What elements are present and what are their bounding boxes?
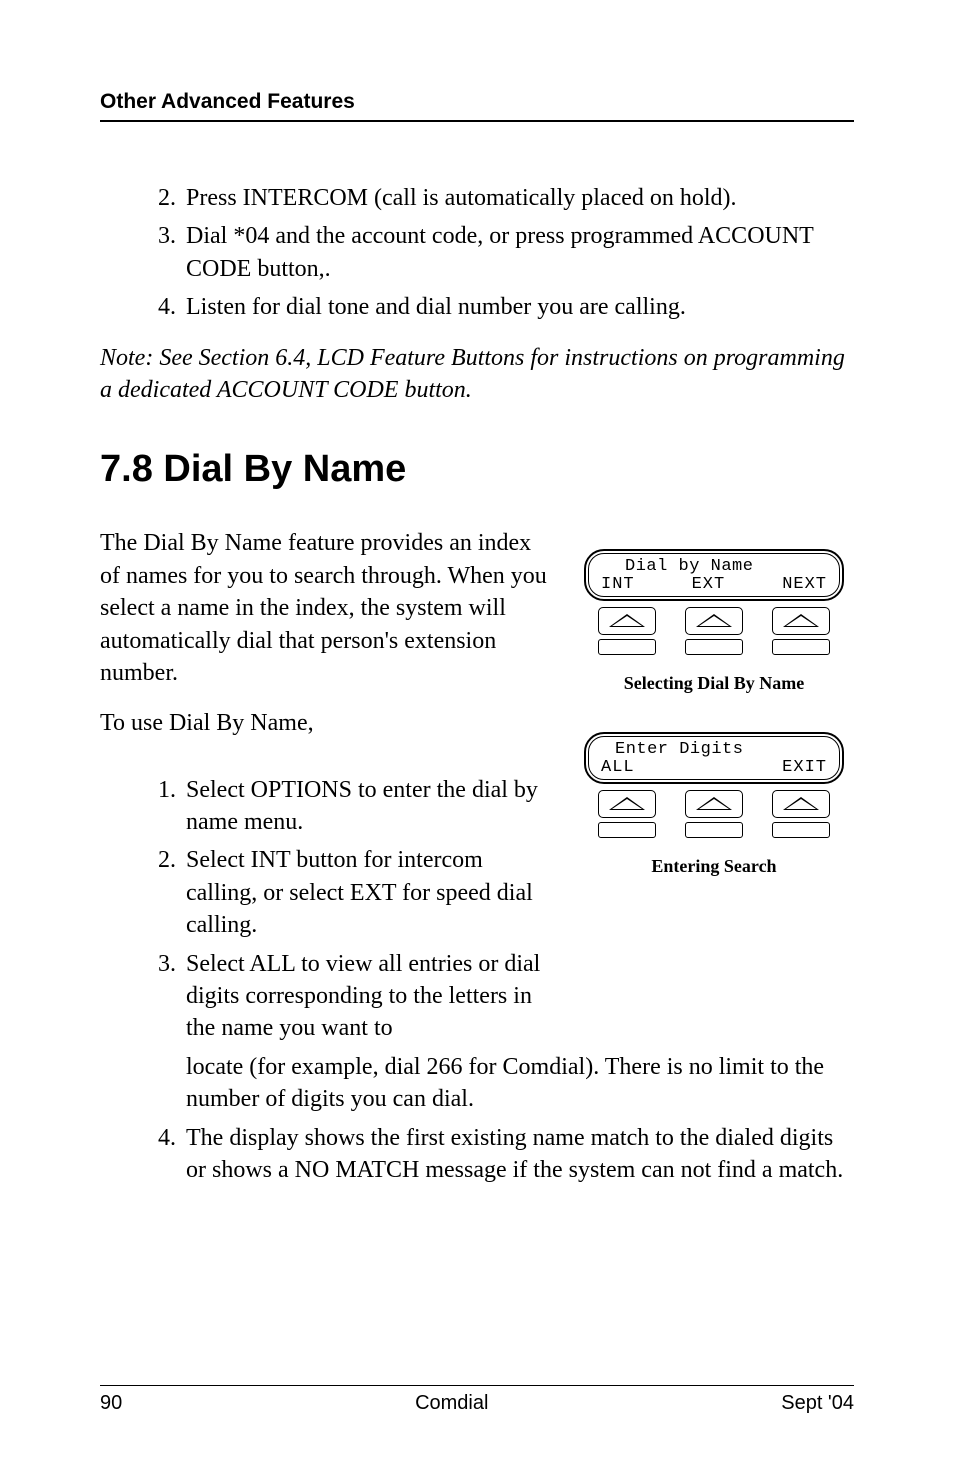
figure-caption-2: Entering Search	[574, 856, 854, 877]
softkey-slot-icon	[772, 639, 830, 655]
lcd-softkey-exit: EXIT	[782, 759, 827, 777]
step-text: Dial *04 and the account code, or press …	[186, 220, 854, 285]
lcd-display: Enter Digits ALL EXIT	[584, 732, 844, 784]
footer-date: Sept '04	[781, 1392, 854, 1415]
step-3-continuation: locate (for example, dial 266 for Comdia…	[186, 1051, 854, 1116]
softkey-slot-icon	[772, 822, 830, 838]
step-number: 2.	[140, 844, 186, 941]
step-3: 3. Select ALL to view all entries or dia…	[140, 948, 554, 1045]
step-text: The display shows the first existing nam…	[186, 1122, 854, 1187]
figure-caption-1: Selecting Dial By Name	[574, 673, 854, 694]
softkey-button-icon	[685, 607, 743, 635]
softkey-slot-icon	[598, 639, 656, 655]
softkey-button-icon	[598, 790, 656, 818]
step-number: 2.	[140, 182, 186, 214]
lcd-display: Dial by Name INT EXT NEXT	[584, 549, 844, 601]
page-footer: 90 Comdial Sept '04	[100, 1385, 854, 1415]
lcd-line1: Enter Digits	[601, 741, 827, 759]
step-4: 4. The display shows the first existing …	[140, 1122, 854, 1187]
lcd-softkey-all: ALL	[601, 759, 635, 777]
top-step-3: 3. Dial *04 and the account code, or pre…	[140, 220, 854, 285]
figure-dial-by-name: Dial by Name INT EXT NEXT	[574, 541, 854, 665]
top-step-2: 2. Press INTERCOM (call is automatically…	[140, 182, 854, 214]
lcd-softkey-next: NEXT	[782, 576, 827, 594]
softkey-slot-icon	[598, 822, 656, 838]
softkey-button-icon	[772, 607, 830, 635]
page-header: Other Advanced Features	[100, 90, 854, 122]
intro-paragraph: The Dial By Name feature provides an ind…	[100, 527, 554, 689]
step-text: Press INTERCOM (call is automatically pl…	[186, 182, 854, 214]
step-text: Select ALL to view all entries or dial d…	[186, 948, 554, 1045]
softkey-slot-icon	[685, 639, 743, 655]
footer-center: Comdial	[415, 1392, 488, 1415]
softkey-button-icon	[772, 790, 830, 818]
softkey-button-icon	[598, 607, 656, 635]
step-text: Listen for dial tone and dial number you…	[186, 291, 854, 323]
page-number: 90	[100, 1392, 122, 1415]
step-number: 1.	[140, 774, 186, 839]
step-number: 3.	[140, 220, 186, 285]
step-text: Select OPTIONS to enter the dial by name…	[186, 774, 554, 839]
softkey-button-icon	[685, 790, 743, 818]
step-number: 3.	[140, 948, 186, 1045]
step-number: 4.	[140, 1122, 186, 1187]
lcd-line1: Dial by Name	[601, 558, 827, 576]
lcd-softkey-ext: EXT	[692, 576, 726, 594]
step-2: 2. Select INT button for intercom callin…	[140, 844, 554, 941]
section-title: 7.8 Dial By Name	[100, 448, 854, 491]
intro-lead: To use Dial By Name,	[100, 707, 554, 739]
step-1: 1. Select OPTIONS to enter the dial by n…	[140, 774, 554, 839]
step-number: 4.	[140, 291, 186, 323]
softkey-slot-icon	[685, 822, 743, 838]
figure-entering-search: Enter Digits ALL EXIT	[574, 724, 854, 848]
lcd-softkey-int: INT	[601, 576, 635, 594]
step-text: Select INT button for intercom calling, …	[186, 844, 554, 941]
top-step-4: 4. Listen for dial tone and dial number …	[140, 291, 854, 323]
note-text: Note: See Section 6.4, LCD Feature Butto…	[100, 342, 854, 407]
